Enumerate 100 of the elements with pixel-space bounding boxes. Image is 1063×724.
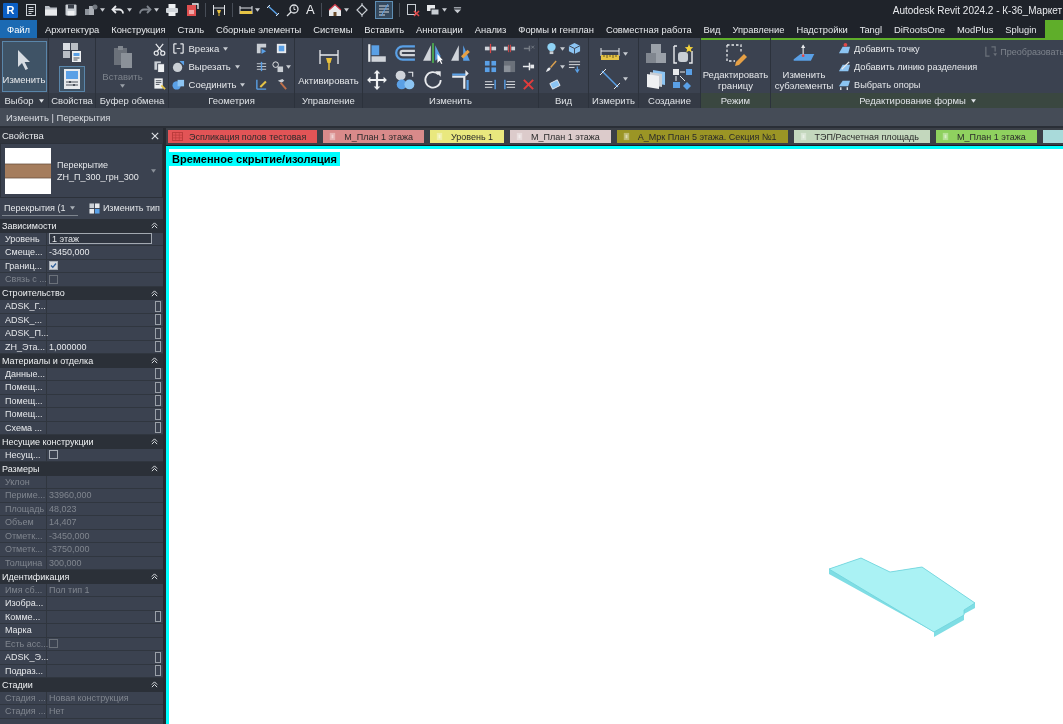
caret-icon[interactable] (38, 98, 44, 103)
document-brush-icon[interactable] (152, 77, 166, 90)
align-icon[interactable] (366, 42, 388, 64)
ribbon-tab[interactable]: Архитектура (39, 20, 106, 38)
redo-icon[interactable] (138, 3, 152, 17)
ribbon-tab[interactable]: Системы (307, 20, 359, 38)
ribbon-tab[interactable] (1044, 20, 1063, 38)
close-windows-icon[interactable] (405, 3, 420, 17)
offset-icon[interactable] (394, 42, 416, 64)
shape-tool-button[interactable]: Выбрать опоры (838, 77, 978, 92)
caret-icon[interactable] (441, 8, 447, 12)
app-logo[interactable]: R (3, 2, 18, 18)
view-tab[interactable]: М_План 1 этажа (323, 130, 424, 143)
split-face-icon[interactable] (254, 60, 268, 73)
caret-icon[interactable] (343, 8, 349, 12)
view-tab[interactable]: М_План 1 этажа (510, 130, 611, 143)
blocks-icon[interactable] (84, 3, 98, 17)
section-marker-icon[interactable] (354, 3, 369, 17)
parameter-button[interactable] (155, 381, 161, 393)
parameter-button[interactable] (155, 314, 161, 326)
modify-sub-elements-button[interactable]: Изменить субэлементы (773, 41, 835, 92)
view-tab[interactable]: ТЭП/Расчетная площадь (793, 130, 931, 143)
diagonal-measure-icon[interactable] (599, 68, 621, 90)
text-tool-button[interactable]: A (306, 3, 315, 17)
move-arrows-icon[interactable] (366, 69, 388, 91)
parameter-button[interactable] (155, 408, 161, 420)
line-stop-icon[interactable] (522, 60, 535, 73)
ribbon-tab[interactable]: Сталь (171, 20, 210, 38)
view-tab[interactable]: А_Мрк План 5 этажа. Секция №1 (616, 130, 788, 143)
house-icon[interactable] (327, 3, 342, 17)
lightbulb-icon[interactable] (544, 42, 558, 55)
corner-pencil-icon[interactable] (254, 78, 268, 91)
ribbon-tab[interactable]: DiRootsOne (888, 20, 951, 38)
align-lines-icon[interactable] (484, 78, 497, 91)
scissors-icon[interactable] (152, 43, 166, 56)
ribbon-tab[interactable]: Сборные элементы (209, 20, 308, 38)
circle-square-icon[interactable] (271, 60, 285, 73)
save-icon[interactable] (64, 3, 78, 17)
magnifier-icon[interactable] (286, 3, 300, 17)
ribbon-tab[interactable]: Вставить (358, 20, 411, 38)
shape-tool-button[interactable]: Добавить точку (838, 41, 978, 56)
view-tab[interactable]: Уровень 1 (429, 130, 505, 143)
undo-icon[interactable] (111, 3, 125, 17)
paintbrush-icon[interactable] (544, 60, 558, 73)
property-group-header[interactable]: Стадии (0, 678, 163, 692)
ribbon-tab[interactable]: ModPlus (951, 20, 1000, 38)
trim-corner-icon[interactable] (450, 69, 472, 91)
customize-icon[interactable] (452, 5, 462, 15)
property-group-header[interactable]: Размеры (0, 462, 163, 476)
geometry-tool-button[interactable]: Вырезать (171, 59, 246, 74)
checkbox[interactable] (49, 261, 58, 271)
ribbon-tab[interactable]: Аннотации (410, 20, 469, 38)
properties-palette-button[interactable] (59, 66, 85, 92)
mirror-cursor-icon[interactable] (422, 42, 444, 64)
parameter-button[interactable] (155, 611, 161, 623)
property-group-header[interactable]: Несущие конструкции (0, 435, 163, 449)
cube-grid-icon[interactable] (61, 41, 83, 63)
caret-icon[interactable] (100, 8, 105, 12)
tilted-panel-icon[interactable] (548, 78, 561, 91)
activate-button[interactable]: Активировать (297, 46, 360, 87)
property-group-header[interactable]: Зависимости (0, 219, 163, 233)
ribbon-tab[interactable]: Анализ (468, 20, 513, 38)
ribbon-tab[interactable]: Вид (697, 20, 727, 38)
stacked-sheets-icon[interactable] (645, 68, 667, 90)
checkbox[interactable] (49, 450, 58, 460)
copy-circles-icon[interactable] (394, 69, 416, 91)
lines-arrow-icon[interactable] (568, 60, 581, 73)
align-lines-icon[interactable] (503, 78, 516, 91)
parameter-button[interactable] (155, 327, 161, 339)
caret-icon[interactable] (623, 77, 628, 81)
windows-icon[interactable] (425, 3, 440, 17)
property-input-field[interactable]: 1 этаж (49, 233, 152, 245)
folder-icon[interactable] (44, 3, 58, 17)
edit-type-button[interactable]: Изменить тип (88, 202, 160, 214)
document-icon[interactable] (24, 3, 38, 17)
ribbon-tab[interactable]: Файл (0, 20, 38, 38)
ribbon-tab[interactable]: Управление (726, 20, 791, 38)
copy-icon[interactable] (152, 60, 166, 73)
ribbon-tab[interactable]: Splugin (999, 20, 1043, 38)
modify-button[interactable]: Изменить (1, 41, 47, 92)
caret-icon[interactable] (559, 46, 565, 51)
diagonal-line-icon[interactable] (266, 3, 280, 17)
caret-icon[interactable] (970, 98, 976, 103)
wall-corner-icon[interactable] (254, 42, 268, 55)
parameter-button[interactable] (155, 651, 161, 663)
ruler-icon[interactable] (239, 3, 253, 17)
squares-icon[interactable] (503, 60, 516, 73)
cubes-icon[interactable] (645, 43, 667, 65)
property-group-header[interactable]: Материалы и отделка (0, 354, 163, 368)
property-group-header[interactable]: Идентификация (0, 570, 163, 584)
caret-icon[interactable] (559, 64, 565, 69)
parameter-button[interactable] (155, 341, 161, 353)
ribbon-tab[interactable]: Tangl (853, 20, 889, 38)
view-tab[interactable] (1042, 130, 1063, 143)
close-icon[interactable] (151, 131, 159, 140)
split-icon[interactable] (484, 42, 497, 55)
parameter-button[interactable] (155, 665, 161, 677)
array-icon[interactable] (484, 60, 497, 73)
element-filter-dropdown[interactable]: Перекрытия (1 (2, 200, 78, 216)
ribbon-tab[interactable]: Надстройки (790, 20, 854, 38)
